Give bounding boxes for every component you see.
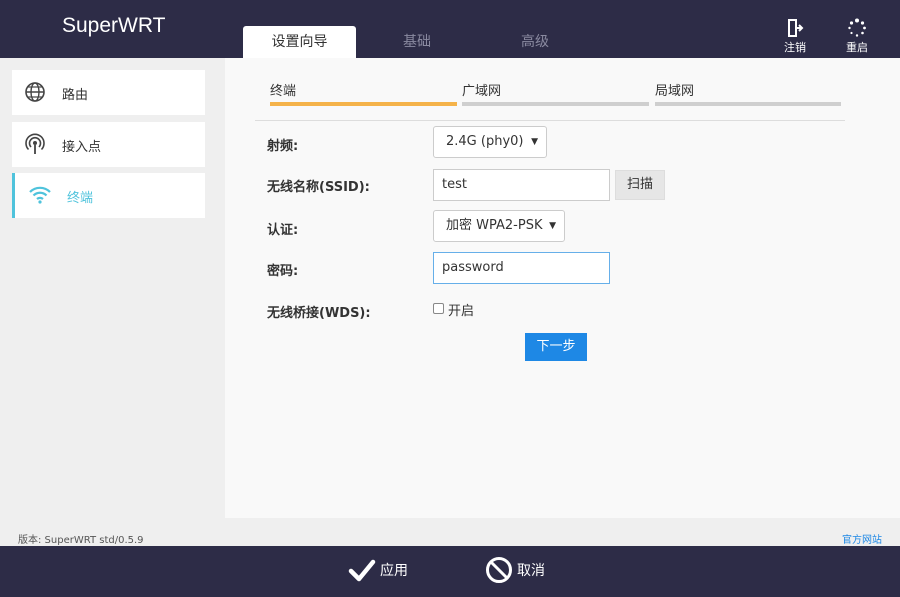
logout-icon bbox=[788, 19, 804, 37]
reboot-button[interactable]: 重启 bbox=[842, 18, 872, 55]
password-input[interactable]: password bbox=[433, 252, 610, 284]
sidebar-item-label: 终端 bbox=[67, 191, 94, 206]
content-panel: 终端 广域网 局域网 射频: 2.4G (phy0) ▼ 无线名称(SSID):… bbox=[225, 58, 900, 518]
password-label: 密码: bbox=[267, 264, 299, 279]
access-point-icon bbox=[25, 133, 45, 154]
sidebar-item-router[interactable]: 路由 bbox=[12, 70, 205, 115]
bottom-bar: 应用 取消 bbox=[0, 546, 900, 597]
tab-setup-wizard[interactable]: 设置向导 bbox=[243, 26, 356, 58]
cancel-label: 取消 bbox=[517, 563, 545, 579]
sidebar-item-access-point[interactable]: 接入点 bbox=[12, 122, 205, 167]
next-button[interactable]: 下一步 bbox=[525, 333, 587, 361]
radio-select[interactable]: 2.4G (phy0) ▼ bbox=[433, 126, 547, 158]
subtab-label: 广域网 bbox=[462, 84, 502, 99]
subtab-wan[interactable]: 广域网 bbox=[462, 80, 649, 106]
subtab-label: 局域网 bbox=[655, 84, 695, 99]
version-text: 版本: SuperWRT std/0.5.9 bbox=[18, 535, 144, 546]
logout-label: 注销 bbox=[784, 41, 806, 54]
subtab-indicator bbox=[462, 102, 649, 106]
subtab-lan[interactable]: 局域网 bbox=[655, 80, 841, 106]
subtab-label: 终端 bbox=[270, 84, 297, 99]
checkmark-icon bbox=[348, 559, 376, 582]
wifi-icon bbox=[29, 186, 51, 204]
auth-label: 认证: bbox=[267, 223, 299, 238]
subtab-indicator bbox=[270, 102, 457, 106]
tab-advanced[interactable]: 高级 bbox=[492, 26, 578, 58]
auth-select-value: 加密 WPA2-PSK bbox=[446, 218, 543, 233]
auth-select[interactable]: 加密 WPA2-PSK ▼ bbox=[433, 210, 565, 242]
official-site-link[interactable]: 官方网站 bbox=[842, 531, 882, 546]
app-title: SuperWRT bbox=[62, 14, 166, 37]
sidebar-item-terminal[interactable]: 终端 bbox=[12, 173, 205, 218]
radio-label: 射频: bbox=[267, 139, 299, 154]
caret-down-icon: ▼ bbox=[531, 137, 538, 147]
globe-icon bbox=[25, 82, 45, 102]
radio-select-value: 2.4G (phy0) bbox=[446, 134, 524, 149]
sidebar-item-label: 接入点 bbox=[62, 140, 102, 155]
wds-label: 无线桥接(WDS): bbox=[267, 306, 371, 321]
cancel-button[interactable]: 取消 bbox=[485, 554, 555, 588]
wds-checkbox-label[interactable]: 开启 bbox=[448, 300, 474, 319]
scan-button[interactable]: 扫描 bbox=[615, 170, 665, 200]
logout-button[interactable]: 注销 bbox=[780, 18, 810, 55]
top-bar: SuperWRT 设置向导 基础 高级 注销 重启 bbox=[0, 0, 900, 58]
sidebar-item-label: 路由 bbox=[62, 88, 89, 103]
ssid-input[interactable]: test bbox=[433, 169, 610, 201]
reboot-icon bbox=[848, 18, 866, 37]
ssid-label: 无线名称(SSID): bbox=[267, 180, 370, 195]
footer-strip: 版本: SuperWRT std/0.5.9 官方网站 bbox=[0, 518, 900, 546]
reboot-label: 重启 bbox=[846, 41, 868, 54]
apply-label: 应用 bbox=[380, 563, 408, 579]
cancel-icon bbox=[486, 557, 512, 583]
caret-down-icon: ▼ bbox=[549, 221, 556, 231]
sidebar: 路由 接入点 终端 bbox=[0, 58, 225, 546]
main-area: 路由 接入点 终端 终端 广域网 局域网 射频: 2.4G (phy0) ▼ 无… bbox=[0, 58, 900, 546]
wds-checkbox[interactable] bbox=[433, 303, 444, 314]
subtab-indicator bbox=[655, 102, 841, 106]
apply-button[interactable]: 应用 bbox=[348, 554, 418, 588]
divider bbox=[255, 120, 845, 121]
tab-basic[interactable]: 基础 bbox=[374, 26, 460, 58]
subtab-terminal[interactable]: 终端 bbox=[270, 80, 457, 106]
